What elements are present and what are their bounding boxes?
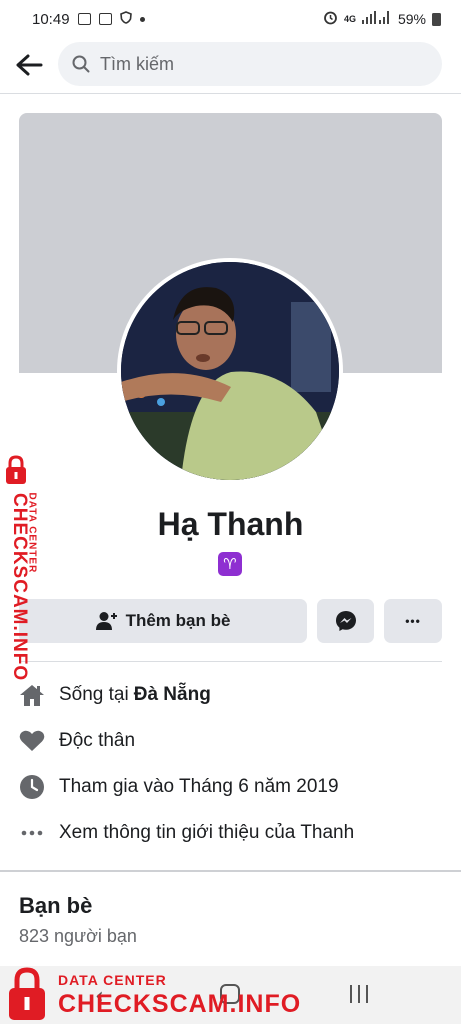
profile-name: Hạ Thanh [157,506,304,542]
lives-in-prefix: Sống tại [59,684,129,705]
joined-date: Tham gia vào Tháng 6 năm 2019 [59,776,339,797]
avatar [121,262,339,480]
house-icon [19,682,45,708]
top-bar: Tìm kiếm [0,38,461,92]
info-lives-in: Sống tại Đà Nẵng [19,672,442,718]
avatar-photo [121,262,339,480]
clock-icon [19,774,45,800]
info-see-about[interactable]: Xem thông tin giới thiệu của Thanh [19,810,442,856]
watermark-big-text: CHECKSCAM.INFO [9,493,30,682]
watermark-bottom: DATA CENTER CHECKSCAM.INFO [6,966,306,1024]
notification-dot-icon [139,16,145,22]
shield-icon [119,10,132,28]
person-add-icon [95,612,117,630]
battery-icon [432,12,441,26]
message-button[interactable] [317,599,374,643]
status-time: 10:49 [32,10,70,28]
back-button[interactable] [12,48,46,82]
add-friend-button[interactable]: Thêm bạn bè [19,599,307,643]
search-icon [72,55,90,73]
arrow-left-icon [16,54,43,76]
nav-recents-icon[interactable] [350,985,368,1003]
aries-zodiac-icon: ♈ [218,552,242,576]
see-about-link[interactable]: Xem thông tin giới thiệu của Thanh [59,822,354,844]
heart-icon [19,728,45,754]
lives-in-city[interactable]: Đà Nẵng [134,684,211,706]
info-joined: Tham gia vào Tháng 6 năm 2019 [19,764,442,810]
lock-icon [6,455,26,484]
friends-count: 823 người bạn [19,926,137,946]
header-divider [0,93,461,94]
friends-divider [0,870,461,872]
watermark-big-text: CHECKSCAM.INFO [58,990,302,1018]
status-bar: 10:49 4G 59% [0,0,461,38]
watermark-small-text: DATA CENTER [58,972,167,988]
gallery-icon [77,13,91,25]
ellipsis-icon: ••• [405,614,421,628]
relationship-status: Độc thân [59,730,136,751]
intro-details: Sống tại Đà Nẵng Độc thân Tham gia vào T… [19,672,442,856]
mail-icon [98,13,112,25]
profile-picture[interactable] [117,258,343,484]
search-input[interactable]: Tìm kiếm [58,42,442,86]
ellipsis-icon [19,820,45,846]
messenger-icon [335,611,356,631]
battery-level: 59% [397,11,426,27]
watermark-vertical: DATA CENTER CHECKSCAM.INFO [2,455,50,682]
lock-icon [9,967,45,1020]
info-relationship: Độc thân [19,718,442,764]
add-friend-label: Thêm bạn bè [125,611,231,630]
more-options-button[interactable]: ••• [384,599,442,643]
signal-icon [361,11,392,27]
search-placeholder: Tìm kiếm [100,53,174,74]
section-divider [19,661,442,662]
alarm-icon [323,10,338,28]
network-type: 4G [343,14,356,24]
friends-heading[interactable]: Bạn bè [19,893,92,919]
profile-actions: Thêm bạn bè ••• [19,599,442,643]
